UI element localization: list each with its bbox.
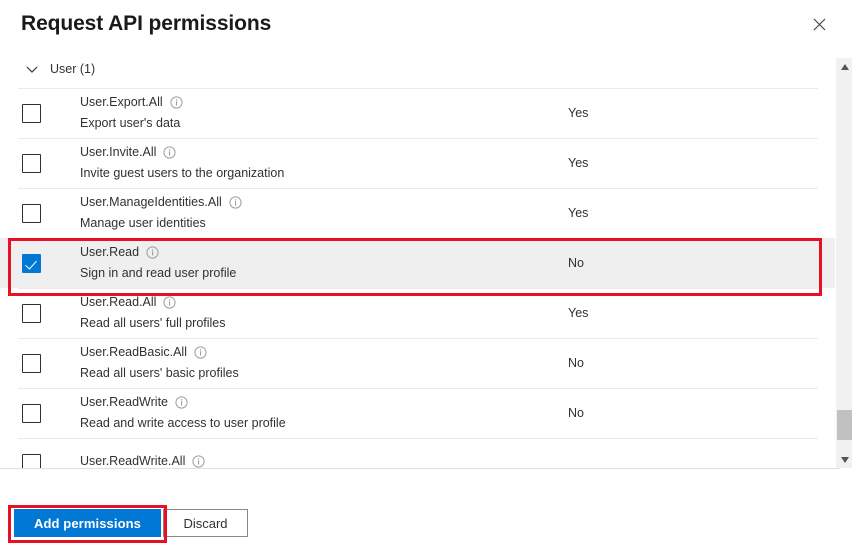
page-title: Request API permissions xyxy=(21,12,272,35)
info-icon[interactable] xyxy=(229,196,242,209)
permission-checkbox-cell xyxy=(0,203,64,223)
footer-divider xyxy=(0,468,840,469)
permission-checkbox-cell xyxy=(0,253,64,273)
row-divider xyxy=(18,438,818,439)
admin-consent-value: No xyxy=(568,356,584,370)
table-row[interactable]: User.ManageIdentities.All Manage user ide… xyxy=(0,188,852,238)
permission-name: User.ReadBasic.All xyxy=(80,345,187,359)
permission-name: User.ReadWrite xyxy=(80,395,168,409)
scrollbar-thumb[interactable] xyxy=(837,410,852,440)
table-row[interactable]: User.ReadWrite Read and write access to u… xyxy=(0,388,852,438)
permission-name-line: User.Export.All xyxy=(80,94,564,111)
table-row[interactable]: User.ReadWrite.All xyxy=(0,438,852,468)
permission-description: Invite guest users to the organization xyxy=(80,166,285,180)
permission-name: User.ReadWrite.All xyxy=(80,453,186,468)
info-icon[interactable] xyxy=(175,396,188,409)
permission-checkbox[interactable] xyxy=(22,453,41,468)
row-divider xyxy=(18,288,818,289)
permission-name-cell: User.Read.All Read all users' full profil… xyxy=(64,294,564,332)
permission-checkbox-cell xyxy=(0,353,64,373)
permission-name-line: User.Read.All xyxy=(80,294,564,311)
permission-name-line: User.Invite.All xyxy=(80,144,564,161)
permission-checkbox[interactable] xyxy=(22,203,41,223)
admin-consent-value: No xyxy=(568,256,584,270)
permission-name-cell: User.ManageIdentities.All Manage user ide… xyxy=(64,194,564,232)
permission-checkbox[interactable] xyxy=(22,353,41,373)
admin-consent-value: No xyxy=(568,406,584,420)
table-row[interactable]: User.Read.All Read all users' full profil… xyxy=(0,288,852,338)
permission-description: Read all users' full profiles xyxy=(80,316,226,330)
close-button[interactable] xyxy=(806,11,832,37)
permission-name: User.Invite.All xyxy=(80,145,157,159)
request-api-permissions-dialog: Request API permissions User (1) User.Ex… xyxy=(0,0,852,549)
permission-description: Export user's data xyxy=(80,116,181,130)
permission-name: User.ManageIdentities.All xyxy=(80,195,222,209)
permission-checkbox[interactable] xyxy=(22,303,41,323)
table-row[interactable]: User.ReadBasic.All Read all users' basic … xyxy=(0,338,852,388)
permission-name-cell: User.ReadWrite Read and write access to u… xyxy=(64,394,564,432)
discard-button[interactable]: Discard xyxy=(163,509,248,537)
permission-name: User.Read.All xyxy=(80,295,157,309)
permission-name-line: User.ManageIdentities.All xyxy=(80,194,564,211)
permission-checkbox-cell xyxy=(0,303,64,323)
permission-checkbox[interactable] xyxy=(22,153,41,173)
permission-description: Read and write access to user profile xyxy=(80,416,286,430)
vertical-scrollbar[interactable] xyxy=(835,58,852,468)
add-permissions-button[interactable]: Add permissions xyxy=(14,509,161,537)
row-divider xyxy=(18,388,818,389)
permission-checkbox[interactable] xyxy=(22,103,41,123)
info-icon[interactable] xyxy=(194,346,207,359)
permission-name-line: User.ReadWrite xyxy=(80,394,564,411)
scroll-down-arrow-icon[interactable] xyxy=(836,451,852,468)
row-divider xyxy=(18,88,818,89)
permission-name-cell: User.Invite.All Invite guest users to the… xyxy=(64,144,564,182)
permission-name-cell: User.Export.All Export user's data xyxy=(64,94,564,132)
permission-name-cell: User.Read Sign in and read user profile xyxy=(64,244,564,282)
row-divider xyxy=(18,338,818,339)
permission-name-line: User.ReadBasic.All xyxy=(80,344,564,361)
admin-consent-value: Yes xyxy=(568,106,589,120)
info-icon[interactable] xyxy=(163,296,177,309)
row-divider xyxy=(18,188,818,189)
dialog-header: Request API permissions xyxy=(0,0,852,54)
permission-name-line: User.ReadWrite.All xyxy=(80,453,564,469)
admin-consent-value: Yes xyxy=(568,156,589,170)
permission-description: Sign in and read user profile xyxy=(80,266,237,280)
table-row[interactable]: User.Read Sign in and read user profile No xyxy=(0,238,852,288)
permission-name-cell: User.ReadBasic.All Read all users' basic … xyxy=(64,344,564,382)
permissions-list-inner: User.Export.All Export user's data Yes User… xyxy=(0,88,852,468)
row-divider xyxy=(18,238,818,239)
table-row[interactable]: User.Export.All Export user's data Yes xyxy=(0,88,852,138)
permission-checkbox-cell xyxy=(0,103,64,123)
permission-checkbox-cell xyxy=(0,453,64,468)
chevron-down-icon[interactable] xyxy=(25,62,39,76)
permission-checkbox[interactable] xyxy=(22,403,41,423)
row-divider xyxy=(18,138,818,139)
dialog-footer: Add permissions Discard xyxy=(0,478,852,549)
permission-checkbox[interactable] xyxy=(22,253,41,273)
permission-name-line: User.Read xyxy=(80,244,564,261)
info-icon[interactable] xyxy=(163,146,177,159)
admin-consent-value: Yes xyxy=(568,306,589,320)
table-row[interactable]: User.Invite.All Invite guest users to the… xyxy=(0,138,852,188)
admin-consent-value: Yes xyxy=(568,206,589,220)
info-icon[interactable] xyxy=(170,96,183,109)
scroll-up-arrow-icon[interactable] xyxy=(836,58,852,75)
permission-checkbox-cell xyxy=(0,153,64,173)
permission-group-label: User (1) xyxy=(50,62,96,76)
permission-name: User.Export.All xyxy=(80,95,163,109)
info-icon[interactable] xyxy=(146,246,159,259)
info-icon[interactable] xyxy=(192,454,205,468)
permission-group-header[interactable]: User (1) xyxy=(0,56,852,82)
permission-checkbox-cell xyxy=(0,403,64,423)
permission-name-cell: User.ReadWrite.All xyxy=(64,453,564,469)
permission-description: Read all users' basic profiles xyxy=(80,366,239,380)
permissions-list: User.Export.All Export user's data Yes User… xyxy=(0,88,852,468)
permission-description: Manage user identities xyxy=(80,216,206,230)
close-icon xyxy=(813,18,826,31)
permission-name: User.Read xyxy=(80,245,140,259)
